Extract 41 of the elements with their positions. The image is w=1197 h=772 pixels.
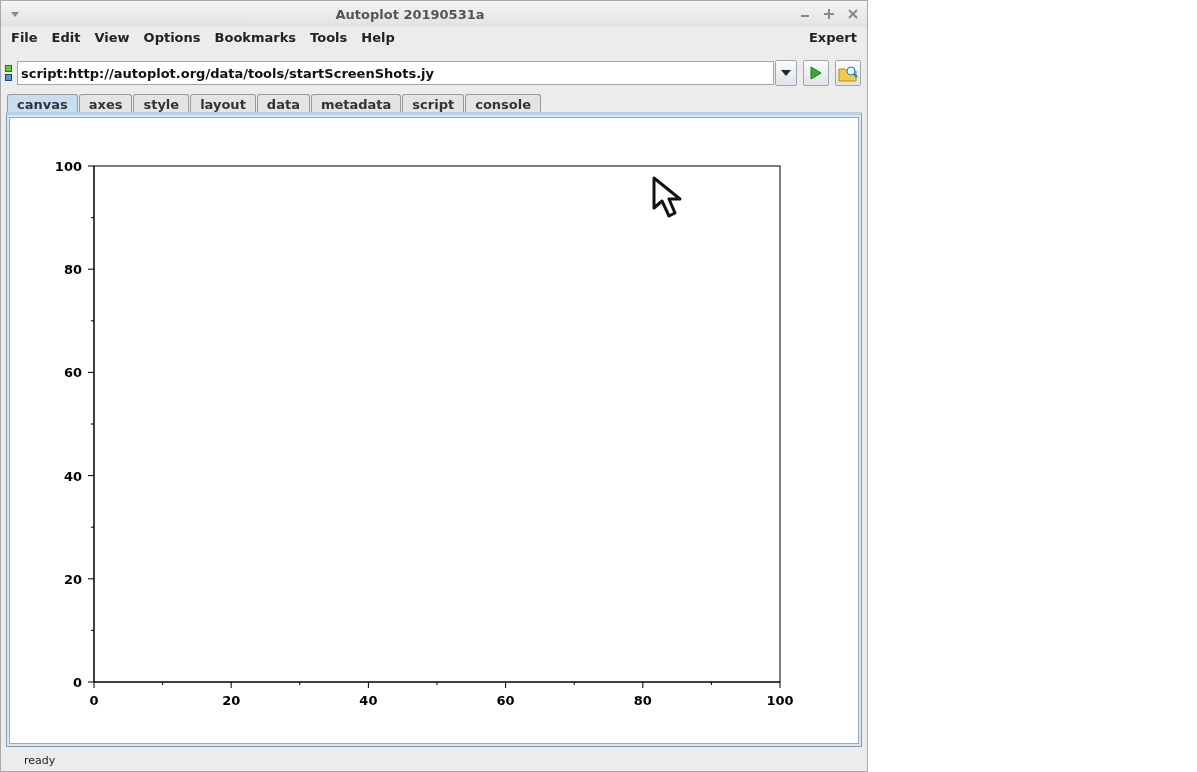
caret-icon — [780, 69, 792, 77]
folder-search-icon — [838, 64, 858, 82]
menu-item[interactable]: Edit — [44, 30, 88, 45]
y-tick-label: 80 — [63, 262, 82, 278]
y-tick-label: 40 — [63, 468, 82, 484]
tab[interactable]: metadata — [310, 94, 402, 112]
expert-menu[interactable]: Expert — [802, 30, 864, 45]
x-tick-label: 20 — [222, 693, 241, 708]
close-icon[interactable] — [847, 8, 859, 20]
tab[interactable]: layout — [190, 94, 256, 112]
x-tick-label: 80 — [633, 693, 652, 708]
window-title: Autoplot 20190531a — [334, 6, 486, 22]
tab[interactable]: console — [465, 94, 542, 112]
tab[interactable]: canvas — [7, 94, 78, 112]
tab[interactable]: style — [133, 94, 190, 112]
maximize-icon[interactable] — [823, 8, 835, 20]
y-tick-label: 60 — [63, 365, 82, 381]
run-button[interactable] — [803, 60, 829, 86]
menu-item[interactable]: View — [87, 30, 137, 45]
window-menu-icon[interactable] — [9, 9, 21, 19]
menu-item[interactable]: Options — [136, 30, 208, 45]
status-lights-icon — [5, 64, 13, 82]
x-tick-label: 60 — [496, 693, 515, 708]
y-tick-label: 20 — [63, 571, 82, 587]
x-tick-label: 40 — [359, 693, 378, 708]
address-field[interactable]: script:http://autoplot.org/data/tools/startScreenShots.jy — [17, 61, 774, 85]
x-tick-label: 0 — [89, 693, 99, 708]
y-tick-label: 100 — [54, 159, 82, 174]
tab[interactable]: data — [256, 94, 310, 112]
menu-item[interactable]: Bookmarks — [207, 30, 304, 45]
tab[interactable]: axes — [78, 94, 133, 112]
menu-item[interactable]: File — [4, 30, 45, 45]
play-icon — [810, 66, 822, 80]
x-tick-label: 100 — [766, 693, 794, 708]
status-text: ready — [24, 753, 56, 767]
menu-item[interactable]: Help — [354, 30, 402, 45]
menu-item[interactable]: Tools — [303, 30, 355, 45]
browse-button[interactable] — [835, 60, 861, 86]
y-tick-label: 0 — [72, 675, 82, 690]
dropdown-button[interactable] — [775, 60, 797, 86]
tab[interactable]: script — [402, 94, 465, 112]
